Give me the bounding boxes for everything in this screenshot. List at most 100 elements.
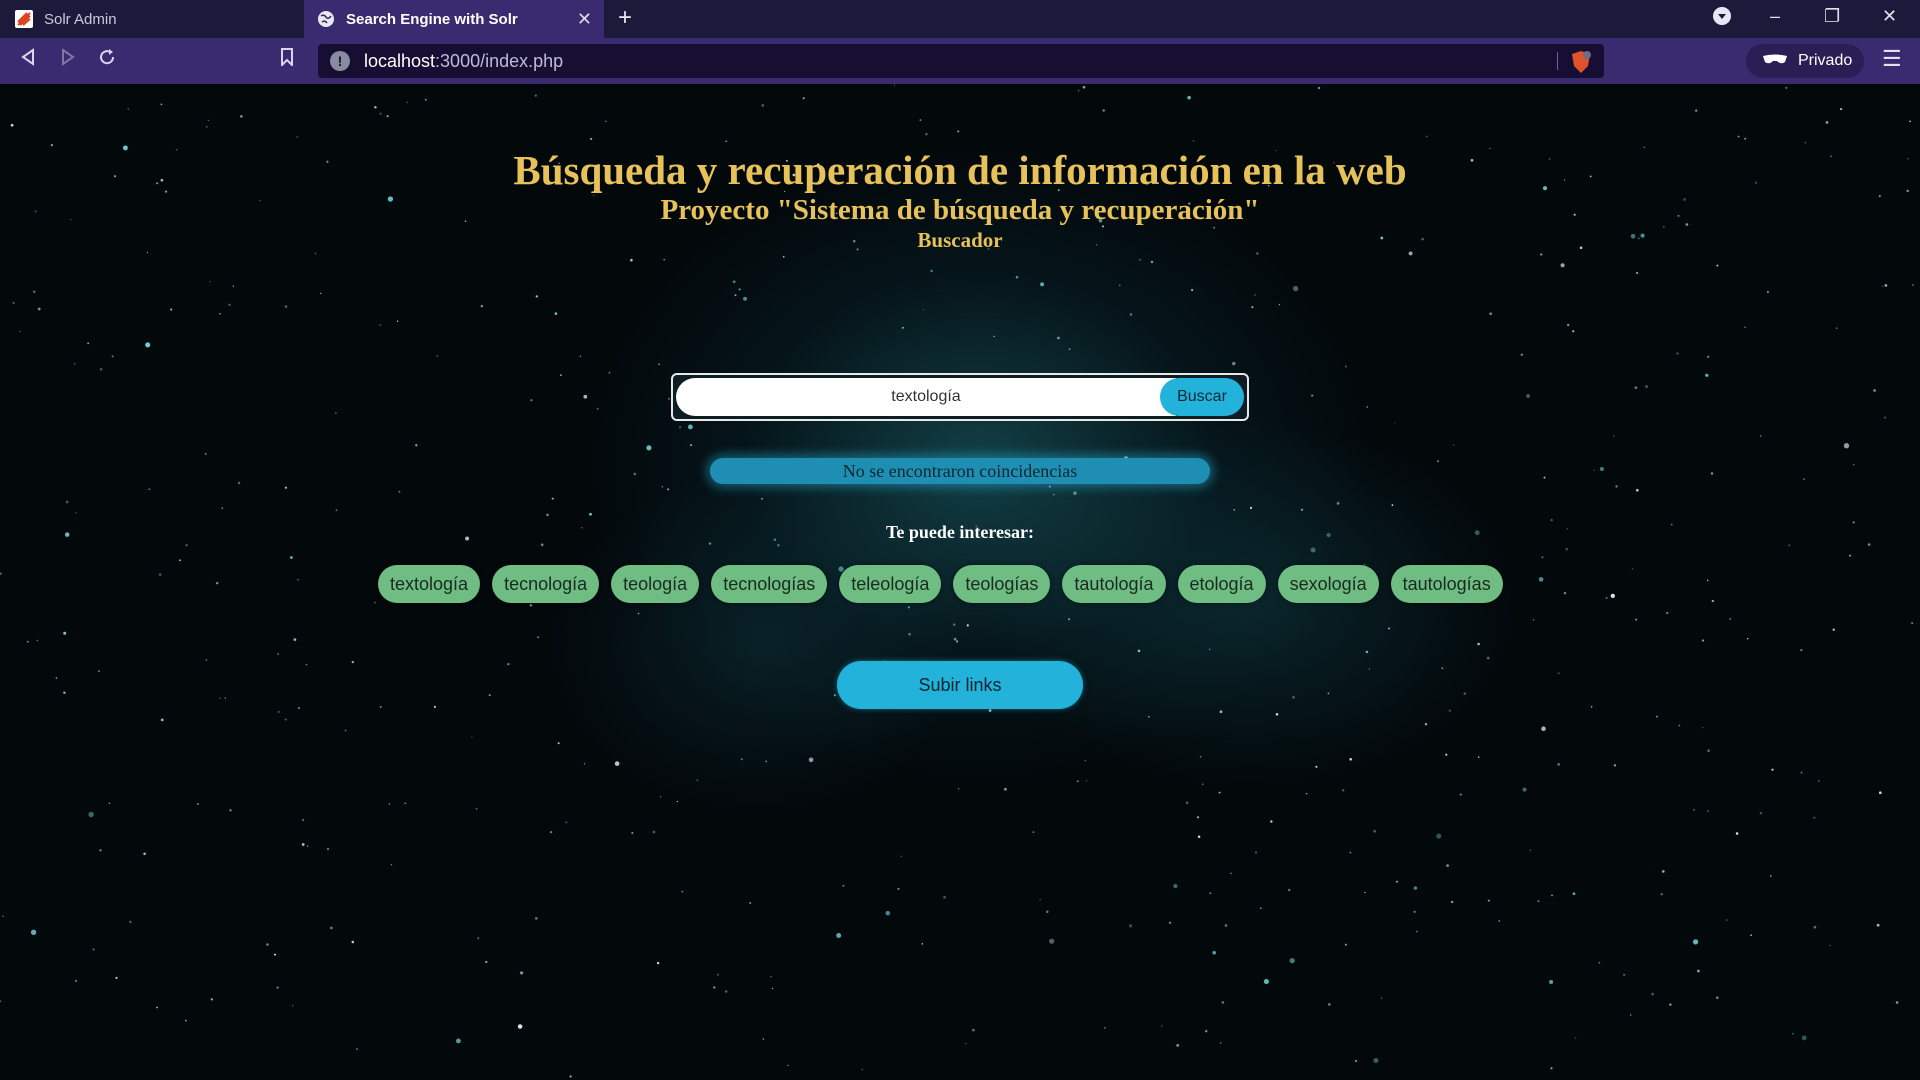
star	[415, 444, 418, 447]
star	[1593, 469, 1595, 471]
star	[765, 760, 768, 763]
star	[1489, 312, 1492, 315]
star	[351, 660, 354, 664]
star	[1344, 943, 1347, 946]
close-window-icon[interactable]: ✕	[1882, 6, 1897, 27]
star	[296, 136, 299, 138]
star	[1416, 930, 1418, 933]
star	[398, 490, 401, 493]
address-bar[interactable]: ! localhost:3000/index.php	[318, 44, 1604, 78]
reload-icon[interactable]	[98, 48, 116, 72]
search-button[interactable]: Buscar	[1160, 378, 1244, 416]
star	[477, 937, 480, 939]
star	[148, 488, 150, 490]
suggestion-chip[interactable]: teología	[611, 565, 700, 603]
forward-icon[interactable]	[60, 48, 76, 72]
star	[1487, 899, 1490, 902]
dropdown-icon[interactable]	[1712, 6, 1732, 31]
star	[99, 368, 103, 371]
star	[1729, 617, 1732, 620]
suggestion-chip[interactable]: tautología	[1062, 565, 1166, 603]
star	[1391, 504, 1394, 506]
brave-shield-icon[interactable]	[1570, 50, 1592, 74]
star	[1843, 443, 1850, 449]
tab-search-engine[interactable]: Search Engine with Solr ✕	[304, 0, 604, 38]
star	[1550, 1067, 1553, 1070]
plus-icon[interactable]: +	[618, 4, 632, 32]
suggestion-chip[interactable]: teleología	[839, 565, 942, 603]
star	[1230, 872, 1232, 875]
star	[1702, 726, 1704, 729]
back-icon[interactable]	[20, 48, 36, 72]
star	[12, 301, 15, 305]
suggestion-chip[interactable]: teologías	[953, 565, 1051, 603]
star	[1645, 385, 1648, 388]
star	[327, 848, 329, 850]
star	[1710, 472, 1714, 475]
star	[1655, 715, 1659, 718]
star	[1766, 290, 1769, 294]
star	[1769, 875, 1772, 877]
suggestion-chip[interactable]: tecnología	[492, 565, 600, 603]
bookmark-icon[interactable]	[280, 48, 294, 72]
star	[221, 507, 223, 509]
star	[966, 624, 969, 627]
star	[111, 355, 114, 358]
star	[560, 374, 562, 376]
star	[901, 326, 904, 329]
star	[1220, 1042, 1222, 1044]
star	[893, 84, 896, 86]
menu-icon[interactable]: ☰	[1882, 46, 1902, 72]
star	[1451, 900, 1454, 904]
star	[1046, 910, 1049, 914]
site-info-icon[interactable]: !	[330, 51, 350, 71]
suggestion-chip[interactable]: tautologías	[1390, 565, 1503, 603]
star	[1747, 638, 1749, 640]
suggestion-list: textología tecnología teología tecnologí…	[378, 565, 1503, 603]
star	[922, 309, 925, 311]
minimize-icon[interactable]: –	[1770, 6, 1780, 27]
star	[631, 831, 634, 835]
star	[535, 295, 538, 298]
star	[488, 694, 491, 697]
close-tab-icon[interactable]: ✕	[577, 9, 592, 30]
private-window-badge[interactable]: Privado	[1746, 44, 1864, 78]
star	[1173, 884, 1178, 889]
star	[266, 943, 269, 946]
star	[314, 252, 317, 255]
star	[204, 452, 207, 455]
star	[229, 809, 232, 812]
star	[273, 953, 277, 956]
star	[907, 606, 910, 609]
tab-bar: Solr Admin Search Engine with Solr ✕ + –…	[0, 0, 1920, 38]
star	[861, 1068, 864, 1071]
suggestion-chip[interactable]: tecnologías	[711, 565, 828, 603]
star	[1715, 996, 1719, 1000]
star	[1328, 1003, 1331, 1006]
star	[1015, 275, 1019, 279]
suggestion-chip[interactable]: textología	[378, 565, 481, 603]
star	[725, 990, 728, 993]
star	[1520, 353, 1523, 356]
suggestion-chip[interactable]: sexología	[1277, 565, 1379, 603]
star	[10, 123, 14, 127]
star	[224, 697, 226, 699]
star	[160, 718, 164, 722]
star	[762, 1038, 765, 1040]
url-text[interactable]: localhost:3000/index.php	[364, 51, 563, 72]
star	[770, 975, 772, 978]
star	[1082, 85, 1086, 89]
star	[277, 710, 280, 713]
star	[185, 1019, 187, 1022]
star	[579, 355, 582, 358]
star	[240, 115, 243, 118]
upload-links-button[interactable]: Subir links	[837, 661, 1083, 709]
star	[1349, 851, 1352, 854]
tab-solr-admin[interactable]: Solr Admin	[0, 0, 300, 38]
star	[1349, 758, 1352, 761]
maximize-icon[interactable]: ❐	[1824, 6, 1840, 27]
star	[1341, 789, 1345, 792]
star	[507, 662, 510, 666]
suggestion-chip[interactable]: etología	[1177, 565, 1266, 603]
search-input[interactable]	[676, 378, 1176, 416]
